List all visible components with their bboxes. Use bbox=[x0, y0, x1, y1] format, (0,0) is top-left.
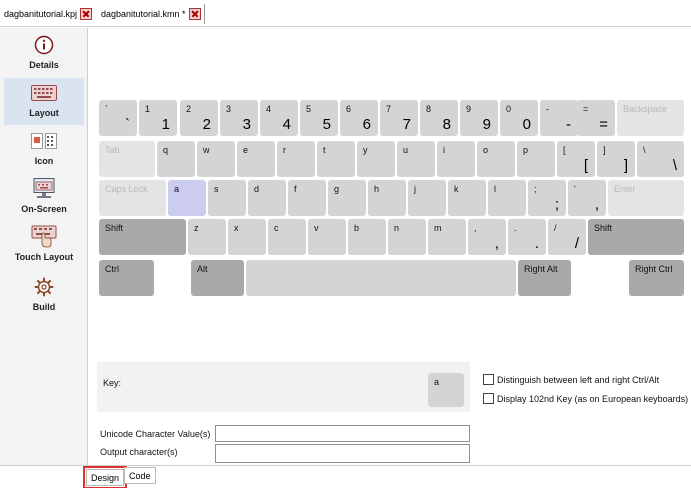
key-detail-panel: Key: a bbox=[97, 362, 470, 412]
key-g[interactable]: g bbox=[328, 180, 366, 216]
unicode-value-field[interactable] bbox=[215, 425, 470, 442]
sidebar-item-label: Icon bbox=[34, 156, 54, 166]
tab-code[interactable]: Code bbox=[124, 467, 156, 484]
key-u[interactable]: u bbox=[397, 141, 435, 177]
tab-project-file[interactable]: dagbanitutorial.kpj bbox=[0, 4, 96, 24]
display-102nd-key-checkbox[interactable] bbox=[483, 393, 494, 404]
key-caps-lock: Caps Lock bbox=[99, 180, 166, 216]
key-period[interactable]: .. bbox=[508, 219, 546, 255]
key-left-shift[interactable]: Shift bbox=[99, 219, 186, 255]
key-n[interactable]: n bbox=[388, 219, 426, 255]
key-s[interactable]: s bbox=[208, 180, 246, 216]
sidebar-item-touch-layout[interactable]: Touch Layout bbox=[4, 222, 84, 269]
key-i[interactable]: i bbox=[437, 141, 475, 177]
key-right-ctrl[interactable]: Right Ctrl bbox=[629, 260, 684, 296]
icon-editor-icon bbox=[31, 129, 57, 153]
editor-sidebar: Details Layout Icon On-Screen Touch Layo… bbox=[0, 28, 88, 465]
sidebar-item-label: Details bbox=[29, 60, 59, 70]
tab-label: dagbanitutorial.kmn * bbox=[101, 9, 186, 19]
key-quote[interactable]: ', bbox=[568, 180, 606, 216]
key-b[interactable]: b bbox=[348, 219, 386, 255]
key-e[interactable]: e bbox=[237, 141, 275, 177]
close-icon[interactable] bbox=[188, 8, 201, 20]
key-p[interactable]: p bbox=[517, 141, 555, 177]
sidebar-item-icon[interactable]: Icon bbox=[4, 126, 84, 173]
key-v[interactable]: v bbox=[308, 219, 346, 255]
output-characters-label: Output character(s) bbox=[100, 447, 178, 457]
key-label: Key: bbox=[103, 378, 122, 388]
key-right-shift[interactable]: Shift bbox=[588, 219, 684, 255]
key-0[interactable]: 00 bbox=[500, 100, 538, 136]
output-characters-field[interactable] bbox=[215, 444, 470, 463]
key-c[interactable]: c bbox=[268, 219, 306, 255]
key-l[interactable]: l bbox=[488, 180, 526, 216]
touch-layout-icon bbox=[31, 225, 57, 249]
key-slash[interactable]: / / bbox=[548, 219, 586, 255]
sidebar-item-on-screen[interactable]: On-Screen bbox=[4, 174, 84, 221]
keyboard-layout-icon bbox=[31, 81, 57, 105]
key-8[interactable]: 88 bbox=[420, 100, 458, 136]
key-o[interactable]: o bbox=[477, 141, 515, 177]
key-d[interactable]: d bbox=[248, 180, 286, 216]
sidebar-item-label: Layout bbox=[29, 108, 59, 118]
key-w[interactable]: w bbox=[197, 141, 235, 177]
sidebar-item-details[interactable]: Details bbox=[4, 30, 84, 77]
key-semicolon[interactable]: ;; bbox=[528, 180, 566, 216]
key-2[interactable]: 22 bbox=[180, 100, 218, 136]
key-q[interactable]: q bbox=[157, 141, 195, 177]
distinguish-ctrl-alt-checkbox[interactable] bbox=[483, 374, 494, 385]
key-minus[interactable]: -- bbox=[540, 100, 578, 136]
key-5[interactable]: 55 bbox=[300, 100, 338, 136]
key-right-alt[interactable]: Right Alt bbox=[518, 260, 571, 296]
key-backspace: Backspace bbox=[617, 100, 684, 136]
key-left-alt[interactable]: Alt bbox=[191, 260, 244, 296]
key-t[interactable]: t bbox=[317, 141, 355, 177]
key-k[interactable]: k bbox=[448, 180, 486, 216]
unicode-value-label: Unicode Character Value(s) bbox=[100, 429, 211, 439]
key-left-bracket[interactable]: [[ bbox=[557, 141, 595, 177]
key-r[interactable]: r bbox=[277, 141, 315, 177]
close-icon[interactable] bbox=[80, 8, 93, 20]
key-h[interactable]: h bbox=[368, 180, 406, 216]
key-comma[interactable]: ,, bbox=[468, 219, 506, 255]
tab-keyboard-source[interactable]: dagbanitutorial.kmn * bbox=[97, 4, 203, 24]
key-enter: Enter bbox=[608, 180, 684, 216]
tab-divider bbox=[204, 4, 205, 24]
key-j[interactable]: j bbox=[408, 180, 446, 216]
key-f[interactable]: f bbox=[288, 180, 326, 216]
gear-icon bbox=[31, 275, 57, 299]
key-space[interactable] bbox=[246, 260, 516, 296]
key-1[interactable]: 11 bbox=[139, 100, 177, 136]
key-y[interactable]: y bbox=[357, 141, 395, 177]
key-3[interactable]: 33 bbox=[220, 100, 258, 136]
key-9[interactable]: 99 bbox=[460, 100, 498, 136]
key-m[interactable]: m bbox=[428, 219, 466, 255]
key-6[interactable]: 66 bbox=[340, 100, 378, 136]
selected-key-preview: a bbox=[428, 373, 464, 407]
display-102nd-key-label: Display 102nd Key (as on European keyboa… bbox=[497, 394, 689, 404]
key-equals[interactable]: = = bbox=[577, 100, 615, 136]
info-icon bbox=[31, 33, 57, 57]
editor-view-tabs: Design Code bbox=[0, 465, 691, 488]
key-a[interactable]: a bbox=[168, 180, 206, 216]
key-4[interactable]: 44 bbox=[260, 100, 298, 136]
sidebar-item-label: Build bbox=[32, 302, 56, 312]
key-x[interactable]: x bbox=[228, 219, 266, 255]
key-7[interactable]: 77 bbox=[380, 100, 418, 136]
tab-design[interactable]: Design bbox=[82, 466, 128, 488]
key-left-ctrl[interactable]: Ctrl bbox=[99, 260, 154, 296]
key-backslash[interactable]: \ \ bbox=[637, 141, 684, 177]
distinguish-ctrl-alt-label: Distinguish between left and right Ctrl/… bbox=[497, 375, 660, 385]
sidebar-item-label: Touch Layout bbox=[14, 252, 74, 262]
file-tab-strip: dagbanitutorial.kpj dagbanitutorial.kmn … bbox=[0, 0, 691, 27]
key-grave[interactable]: ` ` bbox=[99, 100, 137, 136]
key-right-bracket[interactable]: ]] bbox=[597, 141, 635, 177]
sidebar-item-build[interactable]: Build bbox=[4, 272, 84, 319]
sidebar-item-label: On-Screen bbox=[21, 204, 67, 214]
tab-label: dagbanitutorial.kpj bbox=[4, 9, 78, 19]
key-tab: Tab bbox=[99, 141, 155, 177]
key-z[interactable]: z bbox=[188, 219, 226, 255]
sidebar-item-layout[interactable]: Layout bbox=[4, 78, 84, 125]
on-screen-keyboard-icon bbox=[31, 177, 57, 201]
